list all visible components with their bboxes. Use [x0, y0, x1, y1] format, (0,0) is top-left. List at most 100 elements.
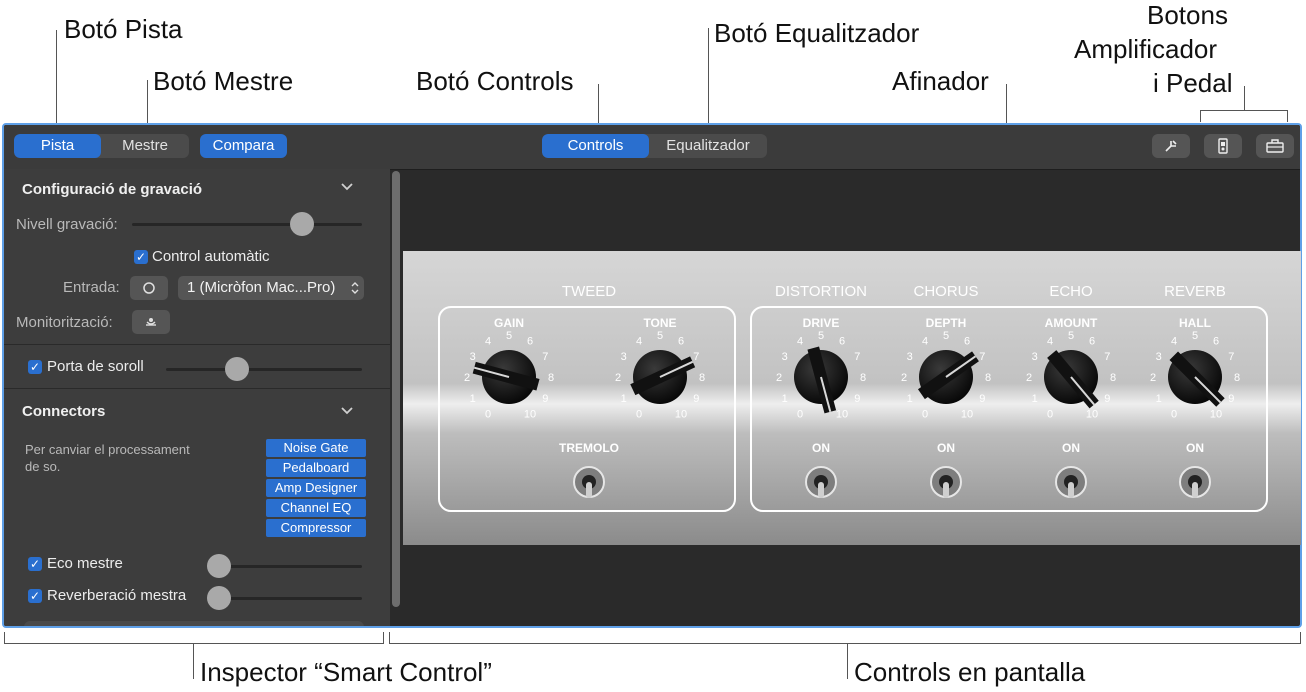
chorus-knob-label: DEPTH [926, 316, 967, 330]
tone-knob-tick-label: 4 [636, 336, 642, 348]
distortion-knob-tick-label: 6 [839, 336, 845, 348]
chorus-knob-tick-label: 0 [922, 408, 928, 420]
plugin-noise-gate-button[interactable]: Noise Gate [266, 439, 366, 457]
recording-level-slider[interactable] [290, 212, 314, 236]
plugin-channel-eq-button[interactable]: Channel EQ [266, 499, 366, 517]
collapsed-section [24, 621, 364, 626]
gain-knob-tick-label: 0 [485, 408, 491, 420]
track-button[interactable]: Pista [14, 134, 101, 158]
inspector-scrollbar[interactable] [392, 171, 400, 607]
callout-bracket [389, 643, 1301, 644]
chorus-knob-tick-label: 9 [979, 393, 985, 405]
chevron-down-icon[interactable] [340, 403, 354, 419]
monitoring-button[interactable] [132, 310, 170, 334]
reverb-knob-tick-label: 4 [1171, 336, 1177, 348]
eq-button[interactable]: Equalitzador [649, 134, 767, 158]
recording-level-label: Nivell gravació: [16, 216, 118, 233]
distortion-title: DISTORTION [775, 283, 867, 300]
gain-knob-tick-label: 2 [464, 372, 470, 384]
select-arrows-icon [351, 282, 359, 294]
chorus-switch-label: ON [937, 441, 955, 455]
callout-track-button: Botó Pista [64, 14, 183, 44]
echo-knob-tick-label: 3 [1032, 351, 1038, 363]
master-reverb-label: Reverberació mestra [47, 587, 187, 604]
noise-gate-track[interactable] [166, 368, 362, 371]
auto-control-checkbox[interactable]: ✓ [134, 250, 148, 264]
gain-knob-tick-label: 6 [527, 336, 533, 348]
chorus-knob-tick-label: 5 [943, 330, 949, 342]
master-button[interactable]: Mestre [101, 134, 189, 158]
echo-knob-tick-label: 7 [1104, 351, 1110, 363]
echo-knob-tick-label: 8 [1110, 372, 1116, 384]
tone-knob-tick-label: 10 [675, 408, 687, 420]
toolbar: Pista Mestre Compara Controls Equalitzad… [4, 125, 1300, 170]
tone-knob-tick-label: 9 [693, 393, 699, 405]
master-reverb-track[interactable] [208, 597, 362, 600]
input-format-button[interactable] [130, 276, 168, 300]
callout-bracket [847, 643, 848, 679]
master-reverb-slider[interactable] [207, 586, 231, 610]
callout-amp-pedal-1: Botons [1147, 0, 1228, 30]
gain-knob-tick-label: 1 [470, 393, 476, 405]
echo-knob-tick-label: 5 [1068, 330, 1074, 342]
callout-bracket [383, 632, 384, 643]
tremolo-switch-label: TREMOLO [559, 441, 619, 455]
callout-bracket [389, 632, 390, 643]
controls-eq-switch: Controls Equalitzador [542, 134, 767, 158]
callout-eq-button: Botó Equalitzador [714, 18, 920, 48]
auto-control-label: Control automàtic [152, 248, 270, 265]
plugin-compressor-button[interactable]: Compressor [266, 519, 366, 537]
plugin-amp-designer-button[interactable]: Amp Designer [266, 479, 366, 497]
monitoring-icon [146, 318, 156, 326]
noise-gate-slider[interactable] [225, 357, 249, 381]
tone-knob-tick-label: 2 [615, 372, 621, 384]
master-reverb-checkbox[interactable]: ✓ [28, 589, 42, 603]
tuner-button[interactable] [1152, 134, 1190, 158]
compare-button[interactable]: Compara [200, 134, 287, 158]
distortion-switch-label: ON [812, 441, 830, 455]
echo-knob-tick-label: 6 [1089, 336, 1095, 348]
reverb-knob-tick-label: 6 [1213, 336, 1219, 348]
chevron-down-icon[interactable] [340, 179, 354, 195]
master-echo-checkbox[interactable]: ✓ [28, 557, 42, 571]
master-echo-slider[interactable] [207, 554, 231, 578]
chorus-knob-tick-label: 2 [901, 372, 907, 384]
smart-control-inspector: Configuració de gravació Nivell gravació… [4, 169, 390, 626]
reverb-knob-tick-label: 9 [1228, 393, 1234, 405]
callout-line [56, 30, 57, 130]
gain-knob-tick-label: 9 [542, 393, 548, 405]
callout-bracket [1200, 110, 1201, 122]
recording-settings-title: Configuració de gravació [22, 181, 203, 198]
noise-gate-checkbox[interactable]: ✓ [28, 360, 42, 374]
pedal-button[interactable] [1256, 134, 1294, 158]
distortion-knob-tick-label: 8 [860, 372, 866, 384]
plugins-title: Connectors [22, 403, 106, 420]
gain-knob-tick-label: 4 [485, 336, 491, 348]
callout-tuner: Afinador [892, 66, 989, 96]
gain-knob-tick-label: 7 [542, 351, 548, 363]
tremolo-switch-lever [586, 482, 592, 498]
echo-knob-tick-label: 1 [1032, 393, 1038, 405]
recording-level-track[interactable] [132, 223, 362, 226]
echo-knob-tick-label: 4 [1047, 336, 1053, 348]
plugins-description-1: Per canviar el processament [25, 442, 190, 457]
tone-knob-tick-label: 8 [699, 372, 705, 384]
tone-knob-label: TONE [643, 316, 676, 330]
tweed-title: TWEED [562, 283, 616, 300]
reverb-title: REVERB [1164, 283, 1226, 300]
callout-inspector: Inspector “Smart Control” [200, 657, 492, 687]
reverb-switch-label: ON [1186, 441, 1204, 455]
chorus-knob-tick-label: 7 [979, 351, 985, 363]
callout-bracket [1244, 86, 1245, 110]
controls-button[interactable]: Controls [542, 134, 649, 158]
distortion-knob-tick-label: 1 [782, 393, 788, 405]
chorus-knob-tick-label: 6 [964, 336, 970, 348]
tone-knob-tick-label: 0 [636, 408, 642, 420]
plugin-pedalboard-button[interactable]: Pedalboard [266, 459, 366, 477]
input-source-select[interactable]: 1 (Micròfon Mac...Pro) [178, 276, 364, 300]
reverb-knob-tick-label: 5 [1192, 330, 1198, 342]
mono-circle-icon [143, 282, 155, 294]
chorus-knob-tick-label: 10 [961, 408, 973, 420]
amp-button[interactable] [1204, 134, 1242, 158]
master-echo-track[interactable] [208, 565, 362, 568]
